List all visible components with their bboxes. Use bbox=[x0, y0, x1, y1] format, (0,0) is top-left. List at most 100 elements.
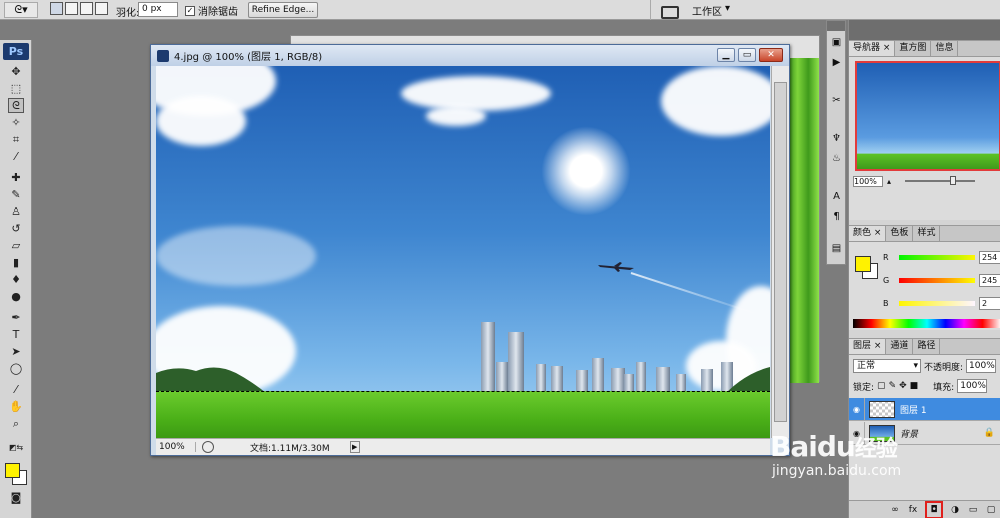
quick-mask-icon[interactable]: ◙ bbox=[8, 490, 24, 505]
antialias-checkbox[interactable]: ✓ 消除锯齿 bbox=[185, 3, 238, 18]
type-tool-icon[interactable]: T bbox=[8, 327, 24, 342]
status-menu-arrow-icon[interactable]: ▶ bbox=[349, 441, 360, 453]
red-value[interactable]: 254 bbox=[979, 250, 1000, 264]
vertical-scrollbar[interactable] bbox=[771, 66, 789, 438]
color-panel-foreground-swatch[interactable] bbox=[855, 256, 871, 272]
blend-mode-select[interactable]: 正常 ▾ bbox=[853, 359, 921, 373]
tab-styles[interactable]: 样式 bbox=[913, 226, 941, 241]
pen-tool-icon[interactable]: ✒ bbox=[8, 310, 24, 325]
cloud bbox=[156, 226, 316, 286]
brushes-icon[interactable]: ♆ bbox=[829, 131, 844, 145]
tab-swatches[interactable]: 色板 bbox=[886, 226, 914, 241]
tab-paths[interactable]: 路径 bbox=[913, 339, 941, 354]
zoom-field[interactable]: 100% bbox=[156, 442, 196, 452]
zoom-tool-icon[interactable]: ⌕ bbox=[8, 416, 24, 431]
tab-histogram[interactable]: 直方图 bbox=[895, 41, 932, 56]
eraser-tool-icon[interactable]: ▱ bbox=[8, 238, 24, 253]
new-selection-icon[interactable] bbox=[50, 2, 63, 15]
navigator-zoom-slider[interactable] bbox=[905, 176, 976, 185]
maximize-button[interactable]: ▭ bbox=[738, 48, 756, 62]
tool-presets-icon[interactable]: ✂ bbox=[829, 93, 844, 107]
layer-name[interactable]: 图层 1 bbox=[900, 403, 927, 416]
healing-brush-tool-icon[interactable]: ✚ bbox=[8, 170, 24, 185]
history-icon[interactable]: ▣ bbox=[829, 35, 844, 49]
navigator-panel: 导航器 × 直方图 信息 100% ▴ bbox=[849, 40, 1000, 220]
layer-row[interactable]: ◉ 图层 1 bbox=[849, 397, 1000, 421]
default-colors-icon[interactable]: ◩⇆ bbox=[8, 440, 24, 455]
actions-icon[interactable]: ▶ bbox=[829, 55, 844, 69]
red-slider[interactable] bbox=[899, 254, 975, 260]
green-value[interactable]: 245 bbox=[979, 273, 1000, 287]
tab-info[interactable]: 信息 bbox=[931, 41, 959, 56]
gradient-tool-icon[interactable]: ▮ bbox=[8, 255, 24, 270]
brush-tool-icon[interactable]: ✎ bbox=[8, 187, 24, 202]
ps-logo: Ps bbox=[3, 43, 29, 60]
opacity-field[interactable]: 100% bbox=[966, 359, 997, 373]
slider-knob[interactable] bbox=[950, 176, 957, 185]
lock-all-icon[interactable]: ■ bbox=[910, 381, 919, 391]
status-info-icon[interactable] bbox=[202, 441, 214, 453]
paragraph-icon[interactable]: ¶ bbox=[829, 209, 844, 223]
subtract-selection-icon[interactable] bbox=[80, 2, 93, 15]
dodge-tool-icon[interactable]: ● bbox=[8, 289, 24, 304]
crop-tool-icon[interactable]: ⌗ bbox=[8, 132, 24, 147]
close-button[interactable]: ✕ bbox=[759, 48, 783, 62]
new-group-icon[interactable]: ▭ bbox=[967, 504, 979, 516]
refine-edge-button[interactable]: Refine Edge... bbox=[248, 2, 318, 18]
panel-grip[interactable] bbox=[827, 21, 845, 31]
color-spectrum-bar[interactable] bbox=[853, 319, 1000, 328]
tab-layers[interactable]: 图层 × bbox=[849, 339, 887, 354]
hand-tool-icon[interactable]: ✋ bbox=[8, 399, 24, 414]
tab-navigator[interactable]: 导航器 × bbox=[849, 41, 896, 56]
navigator-zoom-row: 100% ▴ bbox=[849, 174, 1000, 188]
options-bar: ᘓ▾ 羽化: 0 px ✓ 消除锯齿 Refine Edge... 工作区 ▾ bbox=[0, 0, 1000, 20]
shape-tool-icon[interactable]: ◯ bbox=[8, 361, 24, 376]
move-tool-icon[interactable]: ✥ bbox=[8, 64, 24, 79]
document-titlebar[interactable]: 4.jpg @ 100% (图层 1, RGB/8) bbox=[151, 45, 789, 66]
intersect-selection-icon[interactable] bbox=[95, 2, 108, 15]
new-layer-icon[interactable]: ▢ bbox=[985, 504, 997, 516]
sun bbox=[541, 126, 631, 216]
notes-tool-icon[interactable]: ⁄ bbox=[8, 382, 24, 397]
navigator-zoom-field[interactable]: 100% bbox=[853, 175, 883, 187]
path-selection-tool-icon[interactable]: ➤ bbox=[8, 344, 24, 359]
eyedropper-tool-icon[interactable]: ⁄ bbox=[8, 149, 24, 164]
scroll-thumb[interactable] bbox=[774, 82, 787, 422]
layer-comps-icon[interactable]: ▤ bbox=[829, 241, 844, 255]
add-layer-mask-button[interactable]: ◘ bbox=[925, 500, 943, 518]
add-selection-icon[interactable] bbox=[65, 2, 78, 15]
lock-position-icon[interactable]: ✥ bbox=[899, 381, 907, 391]
adjustment-layer-icon[interactable]: ◑ bbox=[949, 504, 961, 516]
ps-document-icon bbox=[157, 49, 169, 62]
blue-value[interactable]: 2 bbox=[979, 296, 1000, 310]
character-icon[interactable]: A bbox=[829, 189, 844, 203]
feather-input[interactable]: 0 px bbox=[138, 2, 178, 17]
workspace-icon[interactable] bbox=[658, 2, 680, 19]
tab-channels[interactable]: 通道 bbox=[886, 339, 914, 354]
lasso-tool-icon[interactable]: ᘓ bbox=[8, 98, 24, 113]
zoom-out-icon[interactable]: ▴ bbox=[887, 177, 891, 186]
history-brush-tool-icon[interactable]: ↺ bbox=[8, 221, 24, 236]
lock-pixels-icon[interactable]: ✎ bbox=[889, 381, 897, 391]
minimize-button[interactable]: ▁ bbox=[717, 48, 735, 62]
layer-style-icon[interactable]: fx bbox=[907, 504, 919, 516]
tab-color[interactable]: 颜色 × bbox=[849, 226, 887, 241]
navigator-thumbnail[interactable] bbox=[855, 61, 1000, 171]
eye-icon[interactable]: ◉ bbox=[849, 397, 865, 421]
marquee-tool-icon[interactable]: ⬚ bbox=[8, 81, 24, 96]
magic-wand-tool-icon[interactable]: ✧ bbox=[8, 115, 24, 130]
lock-transparency-icon[interactable]: ▢ bbox=[877, 381, 886, 391]
blur-tool-icon[interactable]: ♦ bbox=[8, 272, 24, 287]
image-canvas[interactable] bbox=[156, 66, 770, 438]
document-window[interactable]: 4.jpg @ 100% (图层 1, RGB/8) ▁ ▭ ✕ 100% 文档… bbox=[150, 44, 790, 456]
dock-header[interactable] bbox=[849, 20, 1000, 40]
foreground-color-swatch[interactable] bbox=[5, 463, 20, 478]
workspace-menu[interactable]: 工作区 ▾ bbox=[692, 3, 730, 18]
blue-slider[interactable] bbox=[899, 300, 975, 306]
fill-field[interactable]: 100% bbox=[957, 379, 988, 393]
clone-stamp-tool-icon[interactable]: ♙ bbox=[8, 204, 24, 219]
tool-preset-picker[interactable]: ᘓ▾ bbox=[4, 2, 38, 18]
link-layers-icon[interactable]: ∞ bbox=[889, 504, 901, 516]
clone-source-icon[interactable]: ♨ bbox=[829, 151, 844, 165]
green-slider[interactable] bbox=[899, 277, 975, 283]
